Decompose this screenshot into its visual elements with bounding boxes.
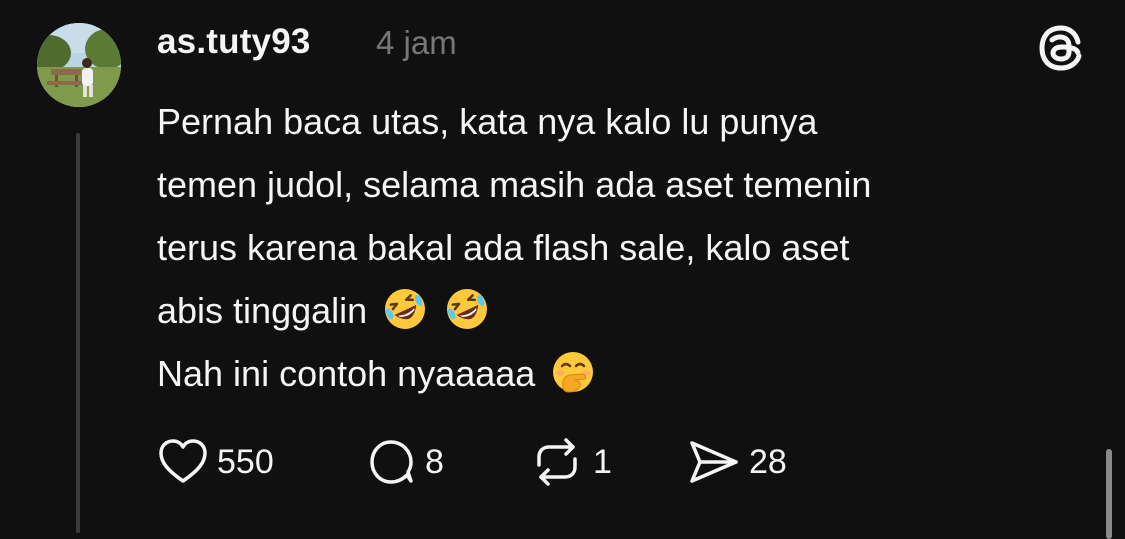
- scrollbar[interactable]: [1106, 449, 1112, 539]
- post-text-line: abis tinggalin: [157, 290, 368, 331]
- post-text-line-with-emoji: abis tinggalin: [157, 279, 1097, 342]
- like-count: 550: [217, 442, 274, 481]
- thread-connector-line: [76, 133, 80, 533]
- face-with-hand-over-mouth-icon: [549, 348, 597, 396]
- repost-count: 1: [593, 442, 612, 481]
- repost-button[interactable]: 1: [529, 435, 612, 489]
- share-count: 28: [749, 442, 787, 481]
- send-icon: [687, 437, 741, 487]
- username[interactable]: as.tuty93: [157, 22, 311, 62]
- reply-count: 8: [425, 442, 444, 481]
- like-button[interactable]: 550: [157, 435, 274, 489]
- heart-icon: [157, 437, 209, 487]
- post-text-line: terus karena bakal ada flash sale, kalo …: [157, 227, 850, 268]
- post-timestamp: 4 jam: [376, 24, 457, 61]
- share-button[interactable]: 28: [687, 435, 787, 489]
- post-body: Pernah baca utas, kata nya kalo lu punya…: [157, 90, 1097, 405]
- post-text-line: Nah ini contoh nyaaaaa: [157, 353, 536, 394]
- post-text-line: Pernah baca utas, kata nya kalo lu punya: [157, 101, 818, 142]
- rolling-on-floor-laughing-icon: [381, 285, 429, 333]
- speech-bubble-icon: [367, 437, 417, 487]
- post-text-line: temen judol, selama masih ada aset temen…: [157, 164, 872, 205]
- rolling-on-floor-laughing-icon: [443, 285, 491, 333]
- post-text-line-with-emoji: Nah ini contoh nyaaaaa: [157, 342, 1097, 405]
- repost-icon: [529, 437, 585, 487]
- avatar-photo: [37, 23, 121, 107]
- reply-button[interactable]: 8: [367, 435, 444, 489]
- avatar[interactable]: [37, 23, 121, 107]
- threads-logo-icon[interactable]: [1033, 20, 1089, 76]
